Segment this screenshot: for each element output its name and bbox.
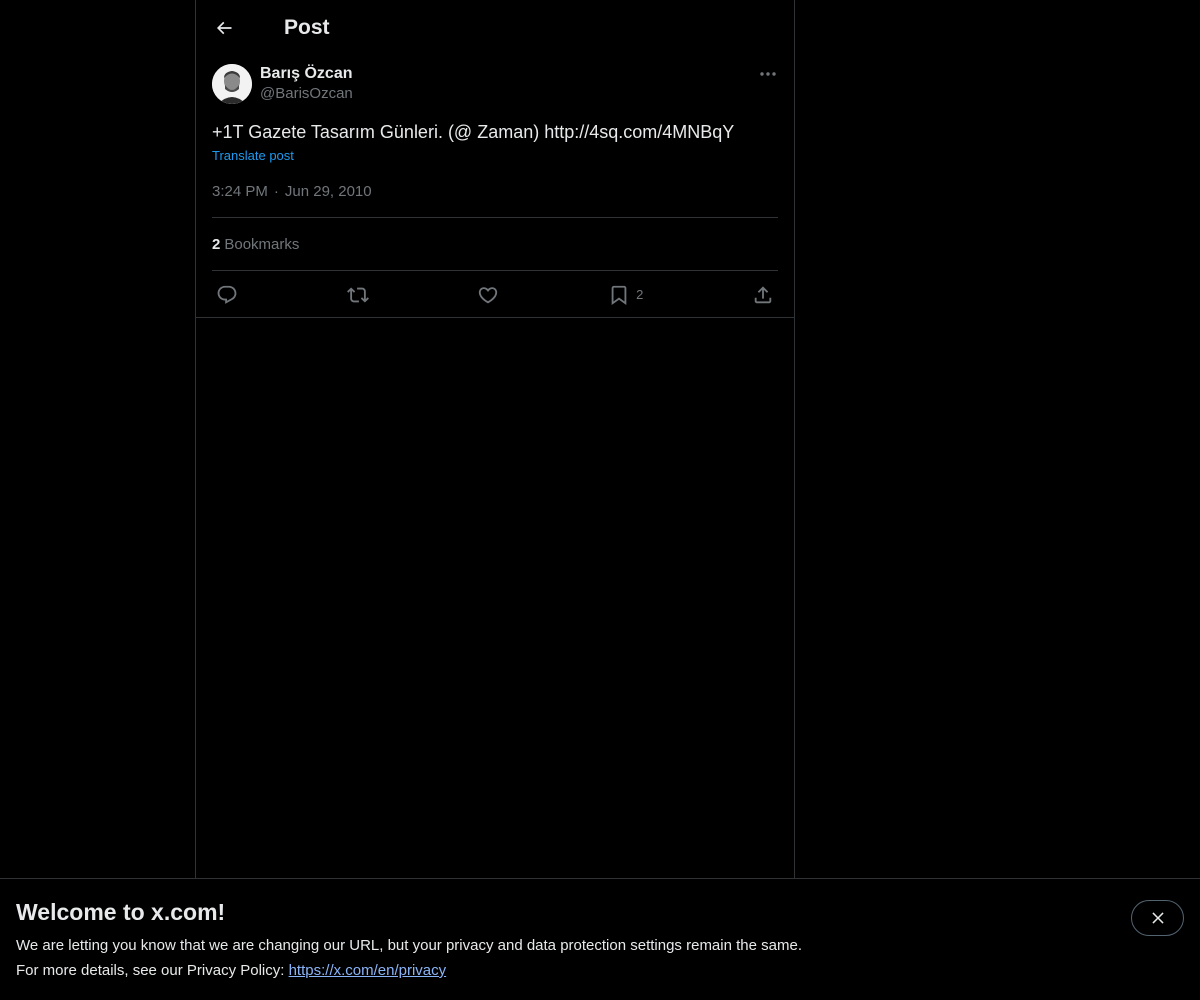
bookmarks-label[interactable]: Bookmarks bbox=[224, 236, 299, 253]
more-icon bbox=[760, 72, 776, 76]
bookmark-icon bbox=[611, 285, 627, 305]
back-button[interactable] bbox=[212, 16, 236, 40]
page-title: Post bbox=[284, 15, 330, 39]
arrow-left-icon bbox=[216, 21, 232, 34]
action-bar: 2 bbox=[212, 271, 778, 318]
banner-title: Welcome to x.com! bbox=[16, 899, 226, 925]
close-icon bbox=[1151, 912, 1164, 924]
like-button[interactable] bbox=[477, 284, 499, 306]
post: Barış Özcan @BarisOzcan +1T Gazete Tasar… bbox=[196, 55, 794, 318]
post-meta: 3:24 PM · Jun 29, 2010 bbox=[212, 181, 778, 201]
post-text: +1T Gazete Tasarım Günleri. (@ Zaman) ht… bbox=[212, 122, 735, 142]
avatar-image bbox=[212, 64, 252, 104]
post-date[interactable]: Jun 29, 2010 bbox=[285, 183, 372, 200]
post-stats: 2 Bookmarks bbox=[212, 218, 778, 270]
banner-text: We are letting you know that we are chan… bbox=[16, 933, 1184, 983]
banner-line-2-prefix: For more details, see our Privacy Policy… bbox=[16, 962, 289, 979]
author-handle[interactable]: @BarisOzcan bbox=[260, 84, 353, 104]
bookmarks-count: 2 bbox=[212, 235, 221, 253]
reply-icon bbox=[217, 285, 237, 304]
translate-post-link[interactable]: Translate post bbox=[212, 148, 294, 163]
post-time[interactable]: 3:24 PM bbox=[212, 183, 268, 200]
heart-icon bbox=[479, 286, 498, 303]
author-info: Barış Özcan @BarisOzcan bbox=[260, 64, 353, 104]
author-row: Barış Özcan @BarisOzcan bbox=[212, 64, 778, 120]
meta-separator: · bbox=[273, 182, 279, 200]
repost-button[interactable] bbox=[346, 284, 369, 306]
share-button[interactable] bbox=[752, 284, 774, 306]
banner-line-2: For more details, see our Privacy Policy… bbox=[16, 958, 1184, 983]
repost-icon bbox=[346, 287, 369, 302]
share-icon bbox=[754, 285, 772, 303]
banner-line-1: We are letting you know that we are chan… bbox=[16, 937, 802, 954]
page-header: Post bbox=[196, 0, 794, 55]
reply-button[interactable] bbox=[216, 284, 238, 306]
more-options-button[interactable] bbox=[758, 66, 778, 82]
privacy-policy-link[interactable]: https://x.com/en/privacy bbox=[289, 962, 447, 979]
close-banner-button[interactable] bbox=[1131, 900, 1184, 936]
post-bottom-border bbox=[196, 317, 794, 318]
bookmark-count: 2 bbox=[636, 287, 644, 302]
author-name[interactable]: Barış Özcan bbox=[260, 64, 353, 84]
avatar[interactable] bbox=[212, 64, 252, 104]
main-column: Post Barış Özcan @BarisOzcan +1T Gazete … bbox=[195, 0, 795, 878]
welcome-banner: Welcome to x.com! We are letting you kno… bbox=[0, 878, 1200, 1000]
bookmark-button[interactable]: 2 bbox=[608, 284, 643, 306]
